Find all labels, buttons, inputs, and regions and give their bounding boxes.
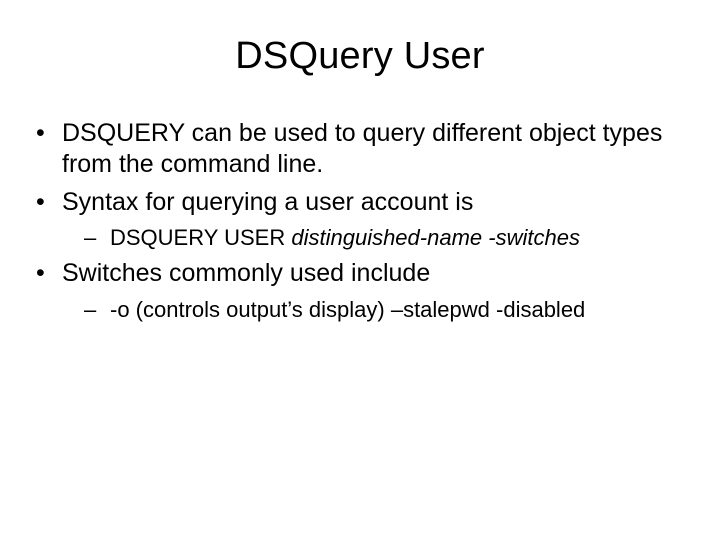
bullet-list: DSQUERY can be used to query different o… xyxy=(34,118,686,324)
sub-bullet-item: -o (controls output’s display) –stalepwd… xyxy=(82,296,686,325)
sub-bullet-list: DSQUERY USER distinguished-name -switche… xyxy=(62,224,686,253)
sub-bullet-text: -o (controls output’s display) –stalepwd… xyxy=(110,297,585,322)
bullet-item: Switches commonly used include -o (contr… xyxy=(34,258,686,324)
sub-bullet-list: -o (controls output’s display) –stalepwd… xyxy=(62,296,686,325)
bullet-text: Switches commonly used include xyxy=(62,259,430,287)
bullet-item: Syntax for querying a user account is DS… xyxy=(34,187,686,253)
sub-bullet-italic: distinguished-name -switches xyxy=(291,225,580,250)
sub-bullet-prefix: DSQUERY USER xyxy=(110,225,291,250)
bullet-text: Syntax for querying a user account is xyxy=(62,188,473,216)
bullet-item: DSQUERY can be used to query different o… xyxy=(34,118,686,181)
slide: DSQuery User DSQUERY can be used to quer… xyxy=(0,0,720,540)
sub-bullet-item: DSQUERY USER distinguished-name -switche… xyxy=(82,224,686,253)
slide-title: DSQuery User xyxy=(34,35,686,78)
bullet-text: DSQUERY can be used to query different o… xyxy=(62,119,662,178)
